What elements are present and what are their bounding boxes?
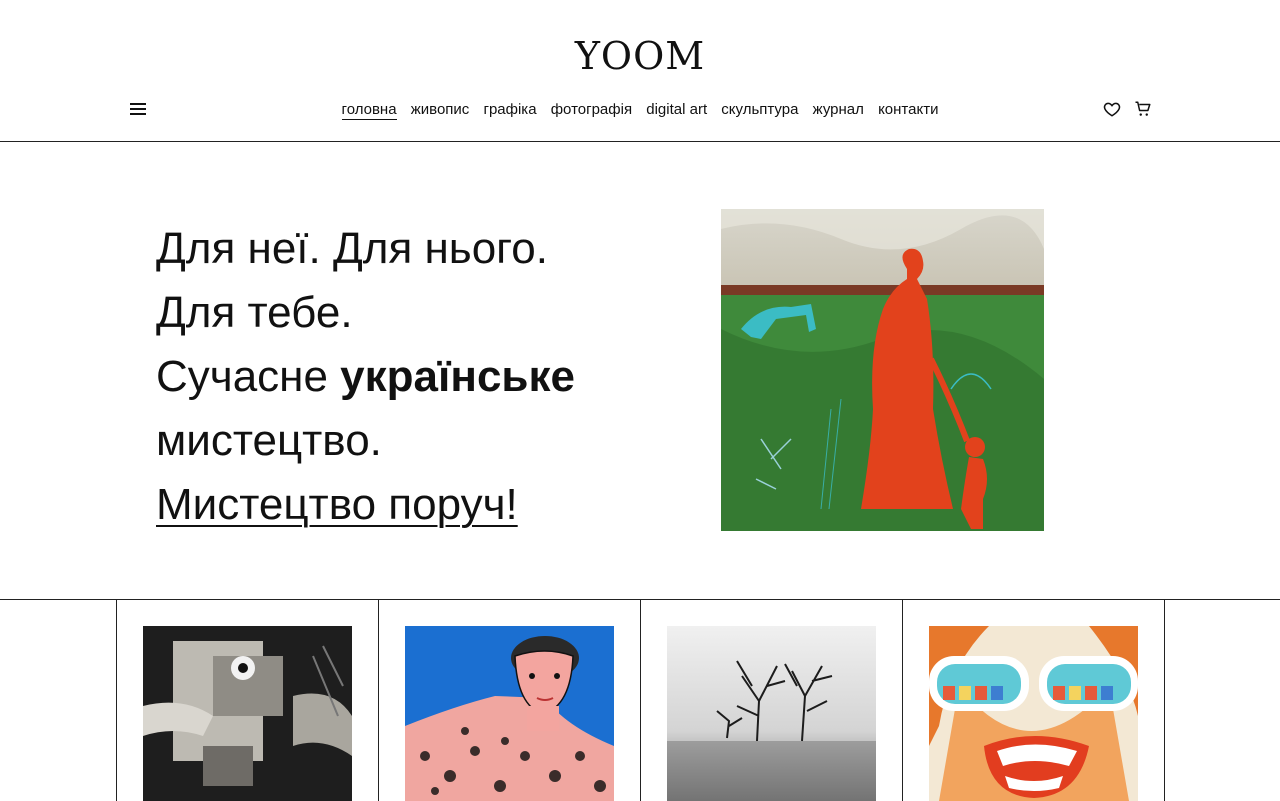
nav-link-painting[interactable]: живопис [411,101,470,118]
hero-artwork-image[interactable] [721,209,1044,531]
hero-headline: Для неї. Для нього. Для тебе. Сучасне ук… [156,217,575,537]
hero-line-3-bold: українське [340,352,575,401]
artwork-card[interactable] [378,600,640,801]
heart-icon[interactable] [1103,100,1121,118]
artwork-card[interactable] [902,600,1165,801]
nav-link-photography[interactable]: фотографія [551,101,632,118]
artwork-abstract-bw[interactable] [143,626,352,801]
hero-line-3-prefix: Сучасне [156,352,341,401]
site-header: YOOM головна живопис графіка фотографія … [0,0,1280,142]
nav-link-sculpture[interactable]: скульптура [721,101,798,118]
artwork-sunglasses-face[interactable] [929,626,1138,801]
hero-line-2: Для тебе. [156,288,353,337]
artwork-leopard-portrait[interactable] [405,626,614,801]
main-nav: головна живопис графіка фотографія digit… [0,101,1280,120]
hero-line-4: мистецтво. [156,416,382,465]
nav-link-contacts[interactable]: контакти [878,101,938,118]
nav-link-home[interactable]: головна [341,101,397,120]
nav-link-journal[interactable]: журнал [813,101,864,118]
cart-icon[interactable] [1134,100,1152,118]
hero-cta-link[interactable]: Мистецтво поруч! [156,480,518,529]
hero-line-1: Для неї. Для нього. [156,224,548,273]
site-logo[interactable]: YOOM [0,34,1280,78]
artwork-trees-in-water-photo[interactable] [667,626,876,801]
nav-link-digital-art[interactable]: digital art [646,101,707,118]
hero-line-3: Сучасне українське [156,345,575,409]
artwork-card[interactable] [116,600,378,801]
artwork-card[interactable] [640,600,902,801]
artwork-grid [0,599,1280,801]
nav-link-graphics[interactable]: графіка [483,101,536,118]
